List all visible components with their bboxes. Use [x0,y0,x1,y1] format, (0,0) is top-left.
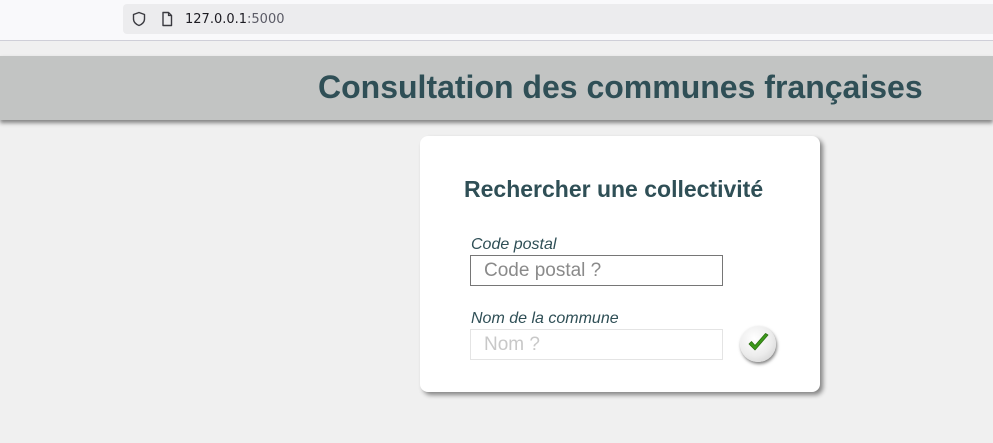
url-text[interactable]: 127.0.0.1:5000 [185,12,285,27]
address-bar[interactable]: 127.0.0.1:5000 [123,4,993,34]
postal-code-input[interactable] [470,255,723,286]
shield-icon[interactable] [131,11,147,27]
commune-name-input[interactable] [470,329,723,360]
page-title: Consultation des communes françaises [318,69,923,105]
search-submit-button[interactable] [740,326,776,362]
browser-toolbar: 127.0.0.1:5000 [0,0,993,41]
url-port: :5000 [247,12,285,27]
postal-code-label: Code postal [471,236,557,253]
card-title: Rechercher une collectivité [464,176,764,202]
page-header: Consultation des communes françaises [0,56,993,120]
url-host: 127.0.0.1 [185,12,248,27]
page-icon[interactable] [159,11,175,27]
commune-name-label: Nom de la commune [471,310,619,327]
checkmark-icon [748,333,769,351]
search-card: Rechercher une collectivité Code postal … [420,136,820,392]
